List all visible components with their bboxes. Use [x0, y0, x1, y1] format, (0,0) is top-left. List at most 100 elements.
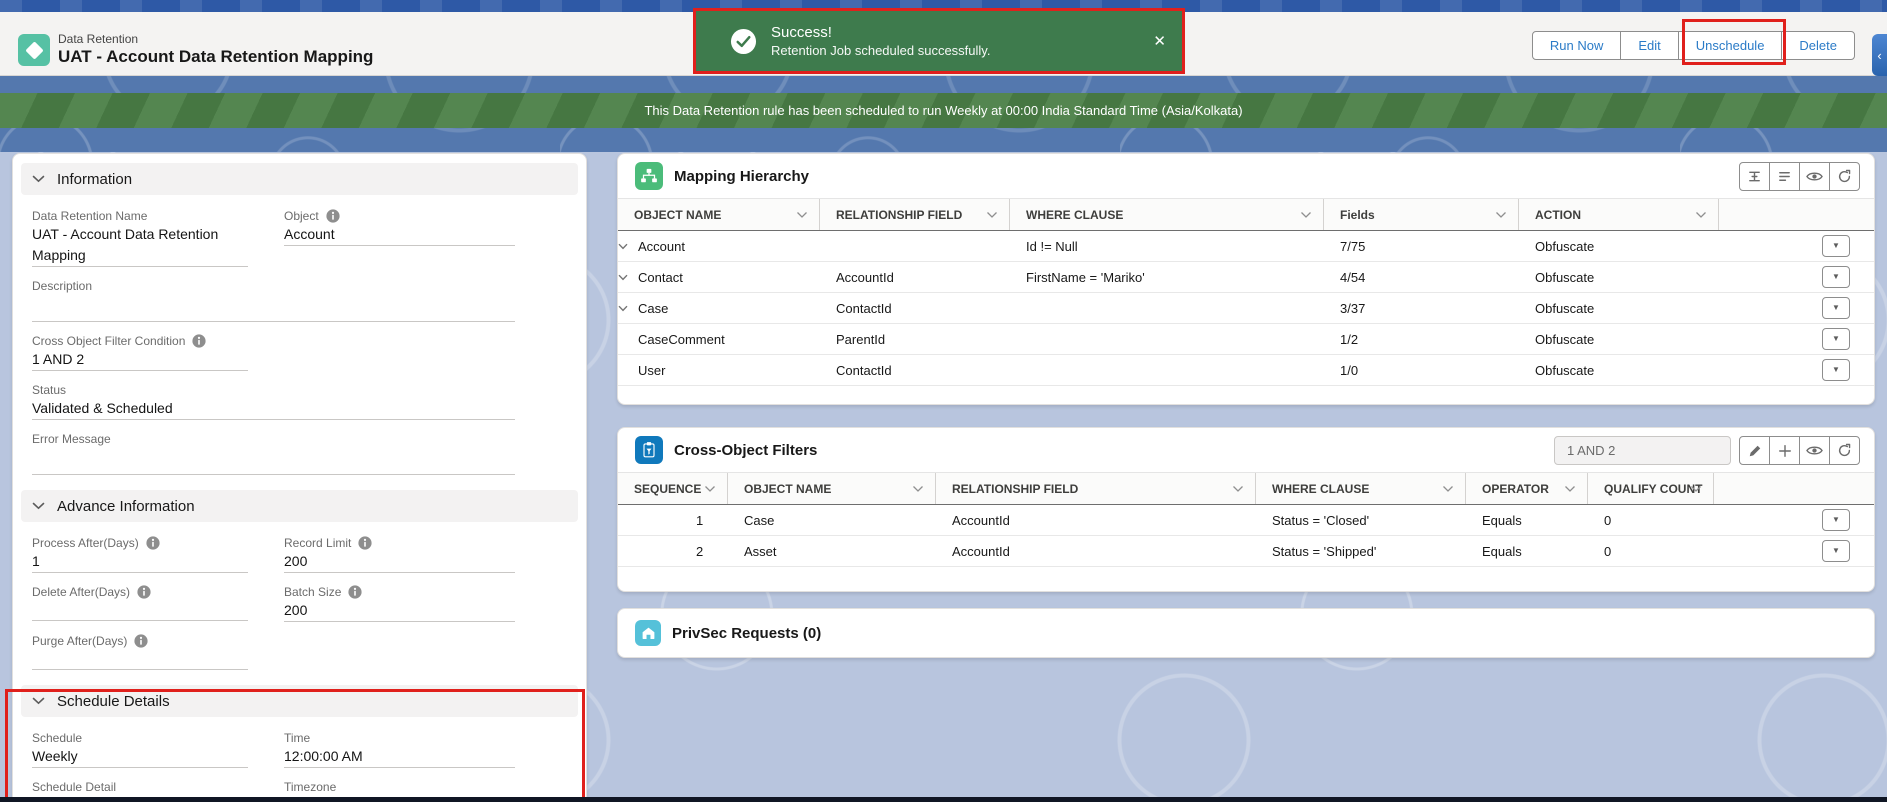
info-icon[interactable]: [348, 585, 362, 599]
unschedule-button[interactable]: Unschedule: [1678, 31, 1783, 60]
field-label: Cross Object Filter Condition: [32, 334, 185, 348]
chevron-down-icon: [1690, 485, 1702, 493]
info-icon[interactable]: [358, 536, 372, 550]
refresh-icon[interactable]: [1829, 162, 1860, 191]
info-icon[interactable]: [134, 634, 148, 648]
info-icon[interactable]: [137, 585, 151, 599]
tree-expand-chevron-icon[interactable]: [618, 243, 638, 250]
column-header-relationship-field[interactable]: RELATIONSHIP FIELD: [820, 199, 1010, 230]
refresh-icon[interactable]: [1829, 436, 1860, 465]
table-row: 1 Case AccountId Status = 'Closed' Equal…: [618, 505, 1874, 536]
field-label: Status: [32, 383, 66, 397]
edit-pencil-icon[interactable]: [1739, 436, 1770, 465]
delete-button[interactable]: Delete: [1781, 31, 1855, 60]
column-label: WHERE CLAUSE: [1272, 482, 1369, 496]
success-check-icon: [730, 28, 757, 55]
row-actions-dropdown[interactable]: ▼: [1822, 509, 1850, 531]
field-label: Delete After(Days): [32, 585, 130, 599]
action-cell: Obfuscate: [1519, 239, 1719, 254]
where-clause-cell: Status = 'Shipped': [1256, 544, 1466, 559]
row-actions-dropdown[interactable]: ▼: [1822, 235, 1850, 257]
row-actions-dropdown[interactable]: ▼: [1822, 359, 1850, 381]
chevron-down-icon: [912, 485, 924, 493]
column-header-relationship-field[interactable]: RELATIONSHIP FIELD: [936, 473, 1256, 504]
field-value: UAT - Account Data Retention Mapping: [32, 224, 248, 267]
info-icon[interactable]: [192, 334, 206, 348]
chevron-down-icon: [32, 502, 45, 510]
section-title: Schedule Details: [57, 693, 170, 710]
add-icon[interactable]: [1769, 436, 1800, 465]
column-header-sequence[interactable]: SEQUENCE: [618, 473, 728, 504]
qualify-count-cell: 0: [1588, 544, 1714, 559]
filters-icon: [635, 436, 663, 464]
section-title: Information: [57, 171, 132, 188]
info-icon[interactable]: [326, 209, 340, 223]
cross-object-filters-toolbar: 1 AND 2: [1554, 436, 1860, 465]
row-actions-dropdown[interactable]: ▼: [1822, 266, 1850, 288]
chevron-down-icon: [986, 211, 998, 219]
field-label: Schedule: [32, 731, 82, 745]
chevron-down-icon: [1695, 211, 1707, 219]
edit-button[interactable]: Edit: [1620, 31, 1678, 60]
mapping-hierarchy-column-headers: OBJECT NAME RELATIONSHIP FIELD WHERE CLA…: [618, 198, 1874, 231]
column-label: OBJECT NAME: [634, 208, 721, 222]
column-header-action[interactable]: ACTION: [1519, 199, 1719, 230]
tree-leaf-spacer: [618, 367, 638, 374]
object-name-cell: Case: [728, 513, 936, 528]
column-header-object-name[interactable]: OBJECT NAME: [728, 473, 936, 504]
privsec-icon: [635, 620, 661, 646]
toast-title: Success!: [771, 23, 990, 42]
tree-expand-chevron-icon[interactable]: [618, 305, 638, 312]
operator-cell: Equals: [1466, 544, 1588, 559]
section-title: Advance Information: [57, 498, 195, 515]
field-object: Object Account: [284, 197, 515, 267]
side-panel-toggle[interactable]: ‹: [1872, 34, 1887, 76]
field-value: [32, 649, 248, 670]
chevron-down-icon: [1232, 485, 1244, 493]
info-icon[interactable]: [146, 536, 160, 550]
diamond-glyph: [25, 41, 43, 59]
cross-object-filters-column-headers: SEQUENCE OBJECT NAME RELATIONSHIP FIELD …: [618, 472, 1874, 505]
column-header-where-clause[interactable]: WHERE CLAUSE: [1256, 473, 1466, 504]
row-actions-dropdown[interactable]: ▼: [1822, 540, 1850, 562]
section-header-schedule-details[interactable]: Schedule Details: [21, 685, 578, 717]
data-retention-record-page: Data Retention UAT - Account Data Retent…: [0, 0, 1887, 802]
section-header-information[interactable]: Information: [21, 163, 578, 195]
caret-down-icon: ▼: [1832, 366, 1840, 374]
privsec-requests-panel[interactable]: PrivSec Requests (0): [617, 608, 1875, 658]
tree-cell: CaseComment: [618, 332, 820, 347]
row-actions-dropdown[interactable]: ▼: [1822, 328, 1850, 350]
action-cell: Obfuscate: [1519, 363, 1719, 378]
toast-text: Success! Retention Job scheduled success…: [771, 23, 990, 59]
mapping-hierarchy-toolbar: [1739, 162, 1860, 191]
column-header-fields[interactable]: Fields: [1324, 199, 1519, 230]
chevron-down-icon: [32, 697, 45, 705]
run-now-button[interactable]: Run Now: [1532, 31, 1621, 60]
expand-rows-icon[interactable]: [1739, 162, 1770, 191]
relationship-field-cell: ContactId: [820, 301, 1010, 316]
visibility-icon[interactable]: [1799, 436, 1830, 465]
privsec-requests-header: PrivSec Requests (0): [618, 609, 1874, 657]
field-value: 1: [32, 551, 248, 573]
caret-down-icon: ▼: [1832, 242, 1840, 250]
row-actions-dropdown[interactable]: ▼: [1822, 297, 1850, 319]
table-row: Account Id != Null 7/75 Obfuscate ▼: [618, 231, 1874, 262]
caret-down-icon: ▼: [1832, 304, 1840, 312]
column-header-where-clause[interactable]: WHERE CLAUSE: [1010, 199, 1324, 230]
column-header-qualify-count[interactable]: QUALIFY COUNT: [1588, 473, 1714, 504]
visibility-icon[interactable]: [1799, 162, 1830, 191]
section-header-advance-information[interactable]: Advance Information: [21, 490, 578, 522]
advance-information-fields: Process After(Days) 1 Record Limit 200 D…: [13, 522, 586, 676]
tree-expand-chevron-icon[interactable]: [618, 274, 638, 281]
panel-title: Mapping Hierarchy: [674, 168, 809, 185]
column-label: SEQUENCE: [634, 482, 701, 496]
toast-close-icon[interactable]: ✕: [1153, 32, 1166, 50]
field-record-limit: Record Limit 200: [284, 524, 515, 573]
column-header-operator[interactable]: OPERATOR: [1466, 473, 1588, 504]
column-label: QUALIFY COUNT: [1604, 482, 1702, 496]
record-titles: Data Retention UAT - Account Data Retent…: [58, 32, 373, 68]
sequence-cell: 2: [618, 544, 728, 559]
collapse-rows-icon[interactable]: [1769, 162, 1800, 191]
tree-cell: Contact: [618, 270, 820, 285]
column-header-object-name[interactable]: OBJECT NAME: [618, 199, 820, 230]
